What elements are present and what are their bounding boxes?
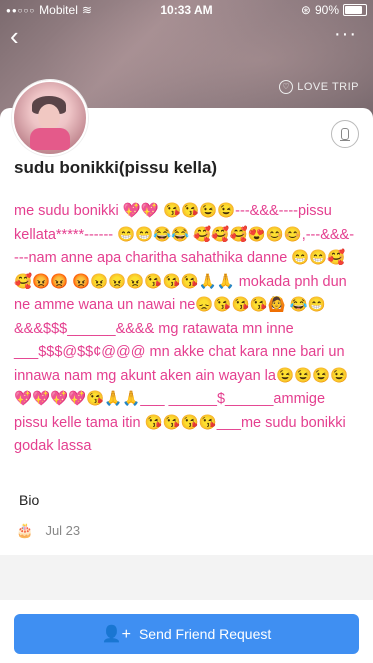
- cake-icon: 🎂: [16, 522, 34, 538]
- status-bar: ●●○○○ Mobitel ≋ 10:33 AM ⊛ 90%: [0, 0, 373, 20]
- back-icon[interactable]: ‹: [10, 23, 19, 49]
- profile-name: sudu bonikki(pissu kella): [14, 158, 218, 177]
- send-friend-request-button[interactable]: 👤+ Send Friend Request: [14, 614, 359, 654]
- more-options-icon[interactable]: ···: [334, 24, 357, 44]
- profile-about-text: me sudu bonikki 💖💖 😘😘😉😉---&&&----pissu k…: [14, 203, 355, 454]
- orientation-lock-icon: ⊛: [300, 3, 311, 17]
- nav-bar: ‹ ···: [0, 23, 373, 49]
- birthday-row: 🎂 Jul 23: [16, 522, 80, 539]
- bio-section: Bio 🎂 Jul 23: [0, 480, 373, 555]
- bio-label: Bio: [19, 492, 40, 508]
- send-friend-request-label: Send Friend Request: [138, 626, 272, 642]
- footer-bar: 👤+ Send Friend Request: [0, 600, 373, 663]
- love-trip-label: LOVE TRIP: [297, 81, 359, 93]
- add-person-icon: 👤+: [101, 626, 131, 643]
- battery-icon: [343, 4, 367, 16]
- battery-percent: 90%: [314, 3, 339, 17]
- voice-intro-button[interactable]: [331, 120, 359, 148]
- love-trip-icon: ♡: [279, 80, 294, 94]
- microphone-icon: [341, 128, 349, 140]
- profile-card: sudu bonikki(pissu kella) me sudu bonikk…: [0, 108, 373, 480]
- avatar[interactable]: [12, 80, 88, 156]
- birthday-date: Jul 23: [45, 523, 81, 538]
- love-trip-button[interactable]: ♡ LOVE TRIP: [279, 80, 359, 94]
